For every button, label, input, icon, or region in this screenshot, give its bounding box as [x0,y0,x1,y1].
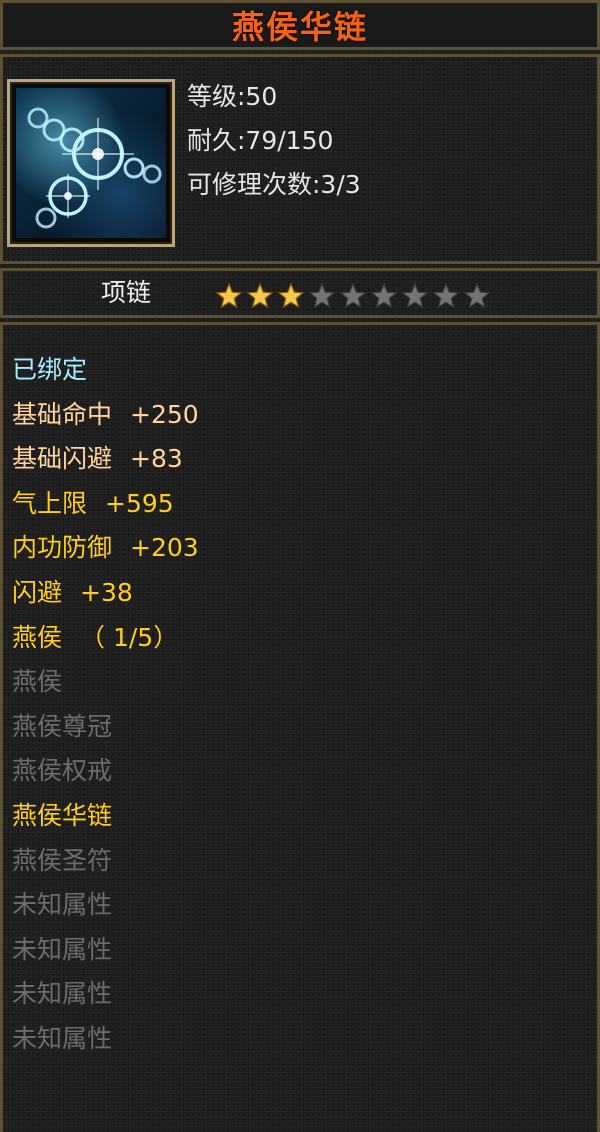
property-row: 燕侯华链 [12,796,199,841]
star-empty-icon [370,282,398,309]
property-value: +250 [130,399,199,429]
property-value: +38 [80,577,133,607]
property-row: 未知属性 [12,974,199,1019]
property-row: 内功防御 +203 [12,528,199,573]
property-row: 燕侯 [12,662,199,707]
star-empty-icon [432,282,460,309]
property-row: 燕侯尊冠 [12,707,199,752]
property-label: 未知属性 [12,979,113,1009]
item-durability: 耐久:79/150 [187,126,334,155]
property-label: 燕侯华链 [12,800,113,830]
property-row: 闪避 +38 [12,573,199,618]
property-row: 基础闪避 +83 [12,439,199,484]
item-repair-count: 可修理次数:3/3 [187,170,361,199]
property-label: 未知属性 [12,1023,113,1053]
star-filled-icon [246,282,274,309]
property-label: 燕侯圣符 [12,845,113,875]
property-label: 气上限 [12,488,88,518]
property-row: 已绑定 [12,350,199,395]
property-value: （ 1/5） [80,622,179,652]
star-empty-icon [339,282,367,309]
property-label: 燕侯权戒 [12,756,113,786]
property-row: 气上限 +595 [12,484,199,529]
property-value: +83 [130,444,183,474]
star-filled-icon [277,282,305,309]
property-row: 基础命中 +250 [12,395,199,440]
property-row: 未知属性 [12,885,199,930]
star-empty-icon [308,282,336,309]
item-type: 项链 [101,278,152,307]
property-label: 燕侯 [12,667,63,697]
property-label: 燕侯 [12,622,63,652]
property-row: 燕侯 （ 1/5） [12,618,199,663]
property-row: 未知属性 [12,930,199,975]
property-label: 闪避 [12,577,63,607]
property-label: 未知属性 [12,934,113,964]
item-properties-list: 已绑定基础命中 +250 基础闪避 +83 气上限 +595 内功防御 +203 闪避 +38 燕侯… [12,350,199,1064]
necklace-icon [16,88,166,238]
property-row: 燕侯圣符 [12,841,199,886]
item-stats-summary: 等级:50 耐久:79/150 可修理次数:3/3 [187,78,361,210]
property-label: 基础命中 [12,399,113,429]
item-name: 燕侯华链 [231,8,368,46]
property-label: 基础闪避 [12,444,113,474]
item-tooltip: 燕侯华链 等级:50 耐久:79/150 可修理次数:3/3 项链 已绑定 基础… [0,0,600,1132]
property-row: 燕侯权戒 [12,751,199,796]
property-label: 未知属性 [12,890,113,920]
property-value: +203 [130,533,199,563]
item-icon-frame [7,79,175,247]
star-empty-icon [463,282,491,309]
property-label: 已绑定 [12,355,88,384]
star-filled-icon [215,282,243,309]
star-rating [214,282,492,310]
property-row: 未知属性 [12,1019,199,1064]
property-value: +595 [105,488,174,518]
property-label: 燕侯尊冠 [12,711,113,741]
property-label: 内功防御 [12,533,113,563]
item-level: 等级:50 [187,82,278,111]
title-bar: 燕侯华链 [0,0,600,50]
star-empty-icon [401,282,429,309]
